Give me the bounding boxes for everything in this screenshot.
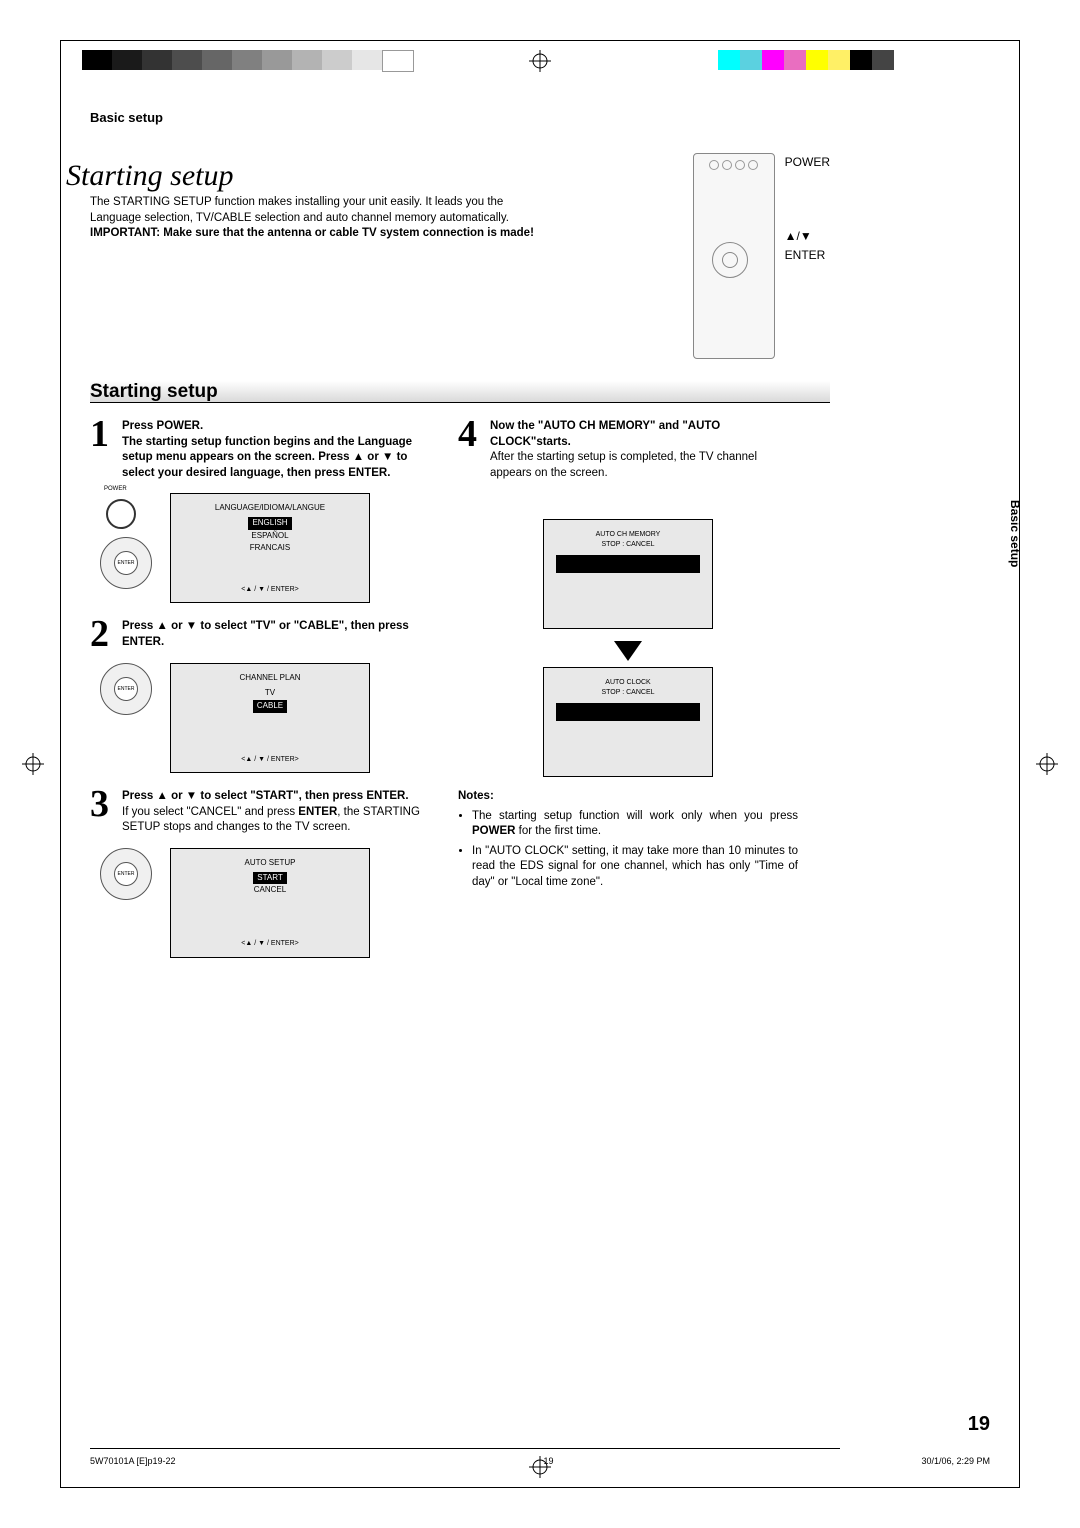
print-color-bar-cmyk	[718, 50, 894, 70]
section-title: Starting setup	[90, 381, 830, 403]
step-number: 3	[90, 787, 114, 836]
step1-line1: Press POWER.	[122, 420, 203, 432]
registration-mark-icon	[1036, 753, 1058, 775]
registration-mark-icon	[22, 753, 44, 775]
footer-divider	[90, 1448, 840, 1449]
page-title: Starting setup	[66, 159, 671, 193]
chapter-header: Basic setup	[90, 110, 830, 125]
power-btn-label: POWER	[104, 485, 160, 493]
remote-arrows-label: ▲/▼	[785, 229, 830, 245]
step3-line1: Press ▲ or ▼ to select "START", then pre…	[122, 790, 409, 802]
registration-mark-icon	[529, 50, 551, 72]
dpad-icon: ENTER	[100, 537, 150, 587]
dpad-icon: ENTER	[100, 663, 150, 713]
note-item: The starting setup function will work on…	[472, 809, 798, 840]
step4-line2: After the starting setup is completed, t…	[490, 451, 757, 479]
print-color-bar-bw	[82, 50, 414, 72]
step-number: 1	[90, 417, 114, 481]
channel-plan-screen: CHANNEL PLAN TV CABLE <▲ / ▼ / ENTER>	[170, 663, 370, 773]
step-number: 4	[458, 417, 482, 481]
language-screen: LANGUAGE/IDIOMA/LANGUE ENGLISH ESPAÑOL F…	[170, 493, 370, 603]
step3-line2: If you select "CANCEL" and press ENTER, …	[122, 806, 420, 834]
power-button-icon	[106, 499, 136, 529]
auto-ch-memory-screen: AUTO CH MEMORY STOP : CANCEL	[543, 519, 713, 629]
intro-text: The STARTING SETUP function makes instal…	[90, 195, 550, 226]
auto-clock-screen: AUTO CLOCK STOP : CANCEL	[543, 667, 713, 777]
important-note: IMPORTANT: Make sure that the antenna or…	[90, 226, 550, 242]
down-arrow-icon	[614, 641, 642, 661]
step-number: 2	[90, 617, 114, 651]
step4-line1: Now the "AUTO CH MEMORY" and "AUTO CLOCK…	[490, 420, 720, 448]
notes-heading: Notes:	[458, 790, 494, 802]
remote-power-label: POWER	[785, 155, 830, 171]
dpad-icon: ENTER	[100, 848, 150, 898]
step1-line2: The starting setup function begins and t…	[122, 436, 412, 479]
page-number: 19	[968, 1413, 990, 1436]
remote-enter-label: ENTER	[785, 248, 830, 264]
step2-line1: Press ▲ or ▼ to select "TV" or "CABLE", …	[122, 620, 409, 648]
note-item: In "AUTO CLOCK" setting, it may take mor…	[472, 844, 798, 891]
side-tab: Basic setup	[1008, 500, 1022, 567]
remote-diagram	[693, 153, 775, 359]
auto-setup-screen: AUTO SETUP START CANCEL <▲ / ▼ / ENTER>	[170, 848, 370, 958]
print-footer: 5W70101A [E]p19-22 19 30/1/06, 2:29 PM	[90, 1456, 990, 1466]
